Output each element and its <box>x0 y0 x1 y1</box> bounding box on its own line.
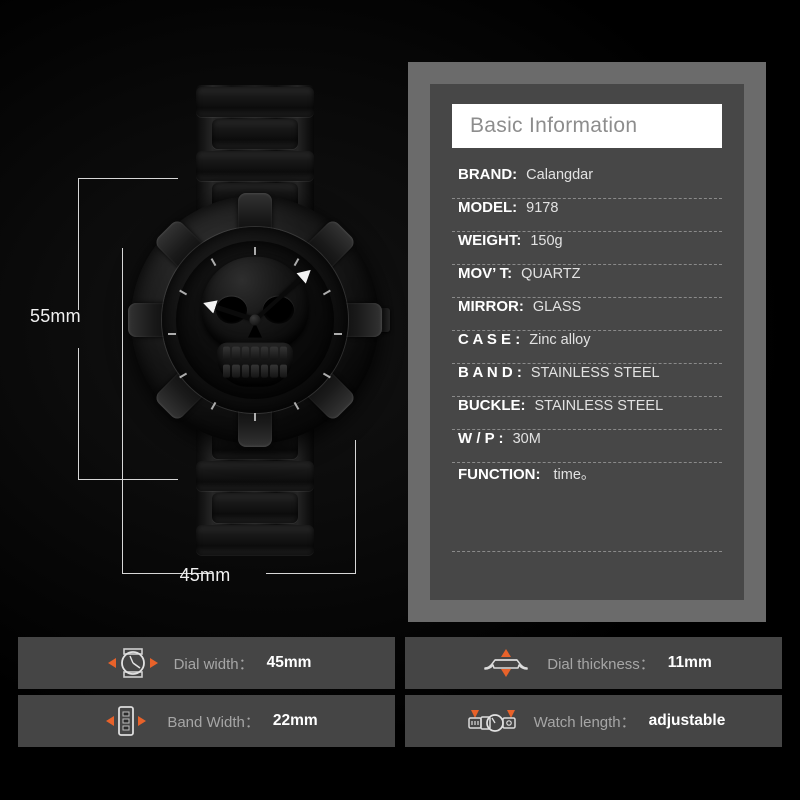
spec-panel-header: Basic Information <box>452 104 722 148</box>
spec-value: Calangdar <box>526 167 594 183</box>
spec-value: STAINLESS STEEL <box>534 398 664 414</box>
spec-row-function: FUNCTION: time。 <box>452 463 722 496</box>
skull-teeth-lower <box>223 364 287 378</box>
product-photo-area: 55mm 45mm <box>0 0 410 625</box>
spec-row-weight: WEIGHT: 150g <box>452 232 722 265</box>
dial-tick <box>168 333 176 335</box>
dimension-label-width: 45mm <box>179 565 231 585</box>
info-card-value: adjustable <box>648 712 726 729</box>
info-card-label: Dial width： <box>173 655 254 673</box>
watch-bezel <box>162 227 348 421</box>
watch-length-icon <box>462 704 524 738</box>
page-title: Basic Information <box>470 114 638 137</box>
info-card-value: 22mm <box>272 712 318 729</box>
info-card-dial-thickness[interactable]: Dial thickness： 11mm <box>405 637 782 689</box>
watch-profile-icon <box>475 646 537 680</box>
dim-vertical-top-cap <box>78 178 178 179</box>
dial-tick <box>179 289 188 296</box>
spec-label: B A N D : <box>458 364 522 381</box>
band-link <box>196 87 314 117</box>
band-link <box>212 119 298 149</box>
dial-tick <box>334 333 342 335</box>
spec-row-water-resistance: W / P : 30M <box>452 430 722 463</box>
hands-pivot <box>249 314 261 326</box>
spec-label: C A S E : <box>458 331 521 348</box>
spec-row-mirror: MIRROR: GLASS <box>452 298 722 331</box>
spec-row-brand: BRAND: Calangdar <box>452 166 722 199</box>
info-card-label: Dial thickness： <box>547 655 655 673</box>
skull-teeth-upper <box>223 346 287 360</box>
dial-tick <box>293 401 300 410</box>
spec-panel: Basic Information BRAND: Calangdar MODEL… <box>430 84 744 600</box>
spec-value: 150g <box>530 233 563 249</box>
band-link <box>196 525 314 555</box>
dim-horizontal-right-cap <box>355 440 356 573</box>
spec-row-case: C A S E : Zinc alloy <box>452 331 722 364</box>
dial-tick <box>254 247 256 255</box>
watch-case <box>128 193 390 447</box>
dim-vertical-bottom-cap <box>78 479 178 480</box>
dim-vertical-line-upper <box>78 178 79 310</box>
dial-tick <box>322 372 331 379</box>
info-card-band-width[interactable]: Band Width： 22mm <box>18 695 395 747</box>
skull-cranium <box>201 256 309 351</box>
spec-value: 30M <box>512 431 541 447</box>
spec-label: BRAND: <box>458 166 518 183</box>
spec-label: MODEL: <box>458 199 518 216</box>
dial-tick <box>322 289 331 296</box>
spec-value: 9178 <box>526 200 559 216</box>
band-link <box>196 461 314 491</box>
spec-value: Zinc alloy <box>529 332 591 348</box>
spec-table-trailing-divider <box>452 496 722 552</box>
spec-label: WEIGHT: <box>458 232 522 249</box>
skull-jaw <box>217 342 293 387</box>
dim-horizontal-left-cap <box>122 248 123 573</box>
band-link <box>212 493 298 523</box>
info-card-dial-width[interactable]: Dial width： 45mm <box>18 637 395 689</box>
product-spec-page: 55mm 45mm Basic Information BRAND: Calan… <box>0 0 800 800</box>
band-segment-icon <box>95 704 157 738</box>
watch-face-icon <box>102 646 164 680</box>
spec-row-band: B A N D : STAINLESS STEEL <box>452 364 722 397</box>
spec-label: MIRROR: <box>458 298 524 315</box>
spec-table: BRAND: Calangdar MODEL: 9178 WEIGHT: 150… <box>452 166 722 552</box>
spec-label: FUNCTION: <box>458 466 541 483</box>
spec-row-movement: MOV’ T: QUARTZ <box>452 265 722 298</box>
info-card-label: Band Width： <box>167 713 260 731</box>
band-link <box>196 151 314 181</box>
dial-tick <box>210 401 217 410</box>
spec-value: STAINLESS STEEL <box>530 365 660 381</box>
spec-row-model: MODEL: 9178 <box>452 199 722 232</box>
info-card-watch-length[interactable]: Watch length： adjustable <box>405 695 782 747</box>
info-card-grid: Dial width： 45mm Dial thickness： 11mm Ba… <box>18 637 782 747</box>
info-card-value: 45mm <box>266 654 312 671</box>
info-card-value: 11mm <box>667 654 712 671</box>
watch-dial <box>168 241 342 421</box>
dimension-label-height: 55mm <box>30 306 81 326</box>
dial-tick <box>179 372 188 379</box>
spec-value: QUARTZ <box>521 266 581 282</box>
spec-value: GLASS <box>532 299 582 315</box>
dim-vertical-line-lower <box>78 348 79 480</box>
spec-label: BUCKLE: <box>458 397 526 414</box>
spec-label: W / P : <box>458 430 504 447</box>
spec-value: time。 <box>553 467 596 483</box>
watch-product-image <box>128 85 390 555</box>
spec-row-buckle: BUCKLE: STAINLESS STEEL <box>452 397 722 430</box>
dial-tick <box>254 413 256 421</box>
spec-label: MOV’ T: <box>458 265 513 282</box>
spec-panel-frame: Basic Information BRAND: Calangdar MODEL… <box>408 62 766 622</box>
info-card-label: Watch length： <box>533 713 636 731</box>
